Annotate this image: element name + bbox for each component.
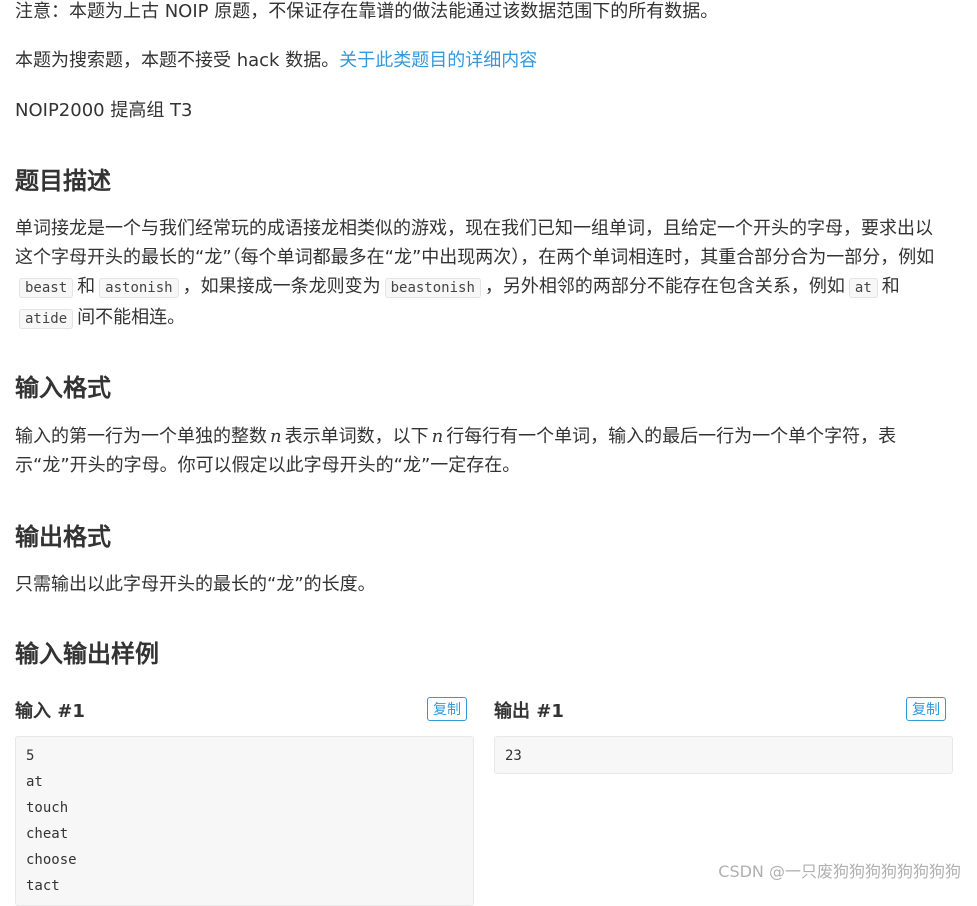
- desc-part: ，如果接成一条龙则变为: [182, 276, 381, 297]
- output-line: 23: [505, 748, 522, 764]
- description-text: 单词接龙是一个与我们经常玩的成语接龙相类似的游戏，现在我们已知一组单词，且给定一…: [15, 214, 950, 334]
- input-format-heading: 输入格式: [15, 374, 111, 402]
- problem-source: NOIP2000 提高组 T3: [15, 100, 193, 121]
- input-line: touch: [26, 800, 69, 816]
- details-link[interactable]: 关于此类题目的详细内容: [339, 50, 537, 71]
- input-line: 5: [26, 748, 35, 764]
- code-atide: atide: [19, 309, 74, 329]
- desc-part: 和: [77, 276, 96, 297]
- code-astonish: astonish: [99, 278, 179, 298]
- code-beast: beast: [19, 278, 74, 298]
- desc-part: 和: [881, 276, 900, 297]
- input-line: choose: [26, 852, 77, 868]
- input-part: 表示单词数，以下: [284, 426, 429, 447]
- search-note-text: 本题为搜索题，本题不接受 hack 数据。: [15, 50, 340, 71]
- input-format-text: 输入的第一行为一个单独的整数 n 表示单词数，以下 n 行每行有一个单词，输入的最后一行…: [15, 422, 950, 480]
- math-n: n: [431, 426, 444, 447]
- input-line: at: [26, 774, 43, 790]
- output-sample-title: 输出 #1: [494, 701, 564, 722]
- csdn-watermark: CSDN @一只废狗狗狗狗狗狗狗狗: [718, 862, 961, 881]
- output-format-heading: 输出格式: [15, 523, 111, 551]
- output-format-text: 只需输出以此字母开头的最长的“龙”的长度。: [15, 574, 376, 595]
- input-line: cheat: [26, 826, 69, 842]
- description-heading: 题目描述: [15, 167, 111, 195]
- notice-text: 注意：本题为上古 NOIP 原题，不保证存在靠谱的做法能通过该数据范围下的所有数…: [15, 1, 719, 22]
- input-line: tact: [26, 878, 60, 894]
- desc-part: ，另外相邻的两部分不能存在包含关系，例如: [484, 276, 845, 297]
- copy-output-button[interactable]: 复制: [906, 697, 946, 721]
- copy-input-button[interactable]: 复制: [427, 697, 467, 721]
- desc-part: 间不能相连。: [77, 307, 186, 328]
- code-beastonish: beastonish: [384, 278, 481, 298]
- output-sample-box[interactable]: 23: [494, 736, 953, 774]
- code-at: at: [848, 278, 878, 298]
- input-part: 输入的第一行为一个单独的整数: [15, 426, 267, 447]
- search-note: 本题为搜索题，本题不接受 hack 数据。关于此类题目的详细内容: [15, 47, 537, 75]
- samples-heading: 输入输出样例: [15, 640, 159, 668]
- input-sample-box[interactable]: 5 at touch cheat choose tact: [15, 736, 474, 906]
- desc-part: 单词接龙是一个与我们经常玩的成语接龙相类似的游戏，现在我们已知一组单词，且给定一…: [15, 218, 935, 268]
- input-sample-title: 输入 #1: [15, 701, 85, 722]
- math-n: n: [270, 426, 282, 447]
